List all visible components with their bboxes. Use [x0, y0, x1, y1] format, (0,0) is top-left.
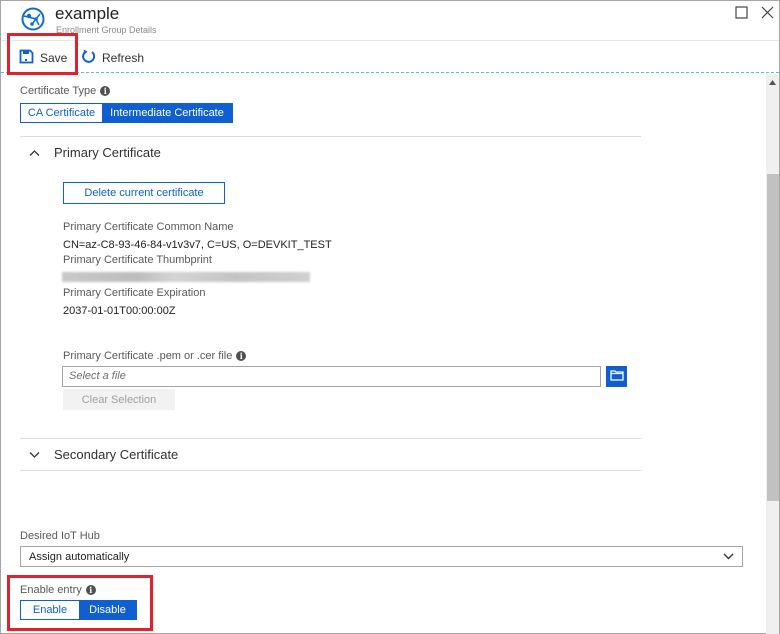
iot-hub-network-icon [20, 6, 46, 32]
expiration-value: 2037-01-01T00:00:00Z [63, 305, 176, 317]
certificate-type-label: Certificate Type i [20, 85, 111, 97]
certificate-type-toggle: CA Certificate Intermediate Certificate [20, 103, 233, 123]
desired-iot-hub-label: Desired IoT Hub [20, 530, 100, 542]
info-icon[interactable]: i [236, 351, 247, 362]
arrow-up-icon [769, 72, 776, 90]
divider [20, 470, 641, 471]
disable-option[interactable]: Disable [79, 601, 136, 619]
secondary-certificate-heading: Secondary Certificate [54, 447, 179, 462]
enable-entry-toggle: Enable Disable [20, 600, 137, 620]
save-label: Save [40, 51, 68, 65]
enable-entry-label-text: Enable entry [20, 584, 82, 596]
common-name-label: Primary Certificate Common Name [63, 221, 234, 233]
expiration-label: Primary Certificate Expiration [63, 287, 206, 299]
close-button[interactable] [757, 5, 777, 25]
maximize-icon [734, 6, 748, 24]
thumbprint-label: Primary Certificate Thumbprint [63, 254, 212, 266]
desired-iot-hub-select[interactable]: Assign automatically [20, 546, 743, 567]
primary-certificate-section-header[interactable]: Primary Certificate [29, 145, 161, 160]
intermediate-certificate-option[interactable]: Intermediate Certificate [102, 104, 232, 122]
save-button[interactable]: Save [19, 49, 67, 67]
ca-certificate-option[interactable]: CA Certificate [21, 104, 102, 122]
blade-title: example [55, 4, 120, 23]
certificate-type-label-text: Certificate Type [20, 85, 97, 97]
certificate-file-input[interactable]: Select a file [62, 366, 601, 387]
browse-file-button[interactable] [606, 366, 627, 387]
blade-subtitle: Enrollment Group Details [56, 25, 157, 35]
maximize-button[interactable] [731, 5, 751, 25]
common-name-value: CN=az-C8-93-46-84-v1v3v7, C=US, O=DEVKIT… [63, 239, 332, 251]
info-icon[interactable]: i [85, 585, 96, 596]
thumbprint-value-redacted [62, 272, 310, 282]
clear-selection-button[interactable]: Clear Selection [63, 389, 175, 410]
chevron-down-icon [29, 447, 40, 462]
desired-iot-hub-value: Assign automatically [29, 550, 130, 563]
certificate-file-label-text: Primary Certificate .pem or .cer file [63, 350, 233, 362]
enable-option[interactable]: Enable [21, 601, 79, 619]
command-bar: Save Refresh [1, 41, 779, 73]
divider [20, 438, 641, 439]
certificate-file-label: Primary Certificate .pem or .cer file i [63, 350, 247, 362]
blade-content: Certificate Type i CA Certificate Interme… [1, 74, 766, 634]
chevron-up-icon [29, 145, 40, 160]
folder-icon [609, 368, 624, 386]
scrollbar-thumb[interactable] [767, 174, 779, 501]
refresh-button[interactable]: Refresh [81, 49, 144, 67]
close-icon [761, 6, 774, 24]
blade-header: example Enrollment Group Details [1, 1, 779, 41]
divider [20, 136, 641, 137]
vertical-scrollbar[interactable] [766, 74, 779, 634]
primary-certificate-heading: Primary Certificate [54, 145, 161, 160]
info-icon[interactable]: i [100, 86, 111, 97]
save-disk-icon [19, 49, 34, 67]
scroll-up-button[interactable] [766, 74, 779, 88]
secondary-certificate-section-header[interactable]: Secondary Certificate [29, 447, 178, 462]
delete-current-certificate-button[interactable]: Delete current certificate [63, 182, 225, 204]
refresh-label: Refresh [102, 51, 145, 65]
enrollment-group-blade: example Enrollment Group Details Save Re… [0, 0, 780, 634]
chevron-down-icon [723, 551, 734, 563]
enable-entry-label: Enable entry i [20, 584, 96, 596]
refresh-icon [81, 49, 96, 67]
